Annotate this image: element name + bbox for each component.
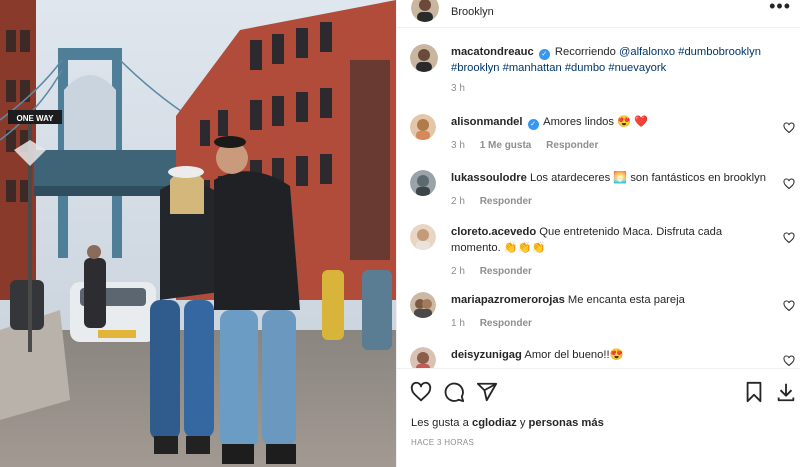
download-icon[interactable] (775, 381, 797, 403)
commenter-avatar[interactable] (410, 170, 436, 196)
hashtag-brooklyn[interactable]: #brooklyn (451, 62, 500, 74)
caption-avatar[interactable] (410, 44, 438, 72)
comment-item: deisyzunigag Amor del bueno!!😍 (397, 347, 800, 368)
comment-username[interactable]: deisyzunigag (451, 349, 522, 361)
author-avatar[interactable] (411, 0, 439, 22)
caption-mention[interactable]: @alfalonxo (619, 46, 675, 58)
heart-outline-icon[interactable] (783, 178, 795, 190)
likes-and: y (519, 417, 526, 429)
reply-button[interactable]: Responder (480, 196, 532, 207)
heart-outline-icon[interactable] (783, 122, 795, 134)
comment-text: Amor del bueno!!😍 (524, 349, 624, 361)
reply-button[interactable]: Responder (480, 266, 532, 277)
heart-outline-icon[interactable] (783, 232, 795, 244)
caption-time: 3 h (451, 83, 465, 94)
hashtag-manhattan[interactable]: #manhattan (503, 62, 562, 74)
reply-button[interactable]: Responder (480, 318, 532, 329)
comment-likes-link[interactable]: 1 Me gusta (480, 140, 532, 151)
post-panel: Brooklyn ••• macatondreauc ✓ Recorriendo… (396, 0, 800, 467)
comment-text: Me encanta esta pareja (567, 294, 685, 306)
bookmark-icon[interactable] (743, 381, 765, 403)
commenter-avatar[interactable] (410, 224, 436, 250)
comment-username[interactable]: cloreto.acevedo (451, 226, 536, 238)
liked-by-user-link[interactable]: cglodiaz (472, 417, 517, 429)
comment-item: cloreto.acevedo Que entretenido Maca. Di… (397, 224, 800, 294)
more-options-icon[interactable]: ••• (769, 0, 791, 17)
comment-time: 2 h (451, 196, 465, 207)
likes-summary: Les gusta a cglodiaz y personas más (411, 417, 604, 429)
caption-username[interactable]: macatondreauc (451, 46, 534, 58)
heart-outline-icon[interactable] (783, 355, 795, 367)
reply-button[interactable]: Responder (546, 140, 598, 151)
commenter-avatar[interactable] (410, 292, 436, 318)
comment-username[interactable]: lukassoulodre (451, 172, 527, 184)
share-icon[interactable] (476, 381, 498, 403)
post-caption: macatondreauc ✓ Recorriendo @alfalonxo #… (397, 44, 800, 114)
post-photo[interactable]: ONE WAY (0, 0, 396, 467)
comment-icon[interactable] (443, 381, 465, 403)
commenter-avatar[interactable] (410, 114, 436, 140)
comment-username[interactable]: mariapazromerorojas (451, 294, 565, 306)
comment-item: mariapazromerorojas Me encanta esta pare… (397, 292, 800, 346)
post-actions: Les gusta a cglodiaz y personas más HACE… (397, 368, 800, 467)
post-timestamp: HACE 3 HORAS (411, 438, 475, 447)
comments-list[interactable]: macatondreauc ✓ Recorriendo @alfalonxo #… (397, 28, 800, 368)
like-heart-icon[interactable] (410, 381, 432, 403)
comment-username[interactable]: alisonmandel (451, 116, 523, 128)
heart-outline-icon[interactable] (783, 300, 795, 312)
commenter-avatar[interactable] (410, 347, 436, 368)
comment-text: Amores lindos 😍 ❤️ (543, 116, 649, 128)
one-way-sign: ONE WAY (16, 114, 54, 123)
hashtag-dumbobrooklyn[interactable]: #dumbobrooklyn (678, 46, 761, 58)
comment-time: 2 h (451, 266, 465, 277)
post-header: Brooklyn ••• (397, 0, 800, 28)
caption-text: Recorriendo (554, 46, 616, 58)
comment-time: 1 h (451, 318, 465, 329)
dumbo-street-photo: ONE WAY (0, 0, 396, 467)
likes-prefix: Les gusta a (411, 417, 469, 429)
hashtag-dumbo[interactable]: #dumbo (565, 62, 605, 74)
comment-time: 3 h (451, 140, 465, 151)
hashtag-nuevayork[interactable]: #nuevayork (608, 62, 666, 74)
verified-badge-icon: ✓ (527, 119, 539, 130)
verified-badge-icon: ✓ (538, 49, 550, 60)
comment-item: alisonmandel ✓ Amores lindos 😍 ❤️ 3 h 1 … (397, 114, 800, 170)
comment-text: Los atardeceres 🌅 son fantásticos en bro… (529, 172, 766, 184)
liked-by-others-link[interactable]: personas más (529, 417, 604, 429)
location-link[interactable]: Brooklyn (451, 6, 494, 18)
comment-item: lukassoulodre Los atardeceres 🌅 son fant… (397, 170, 800, 224)
